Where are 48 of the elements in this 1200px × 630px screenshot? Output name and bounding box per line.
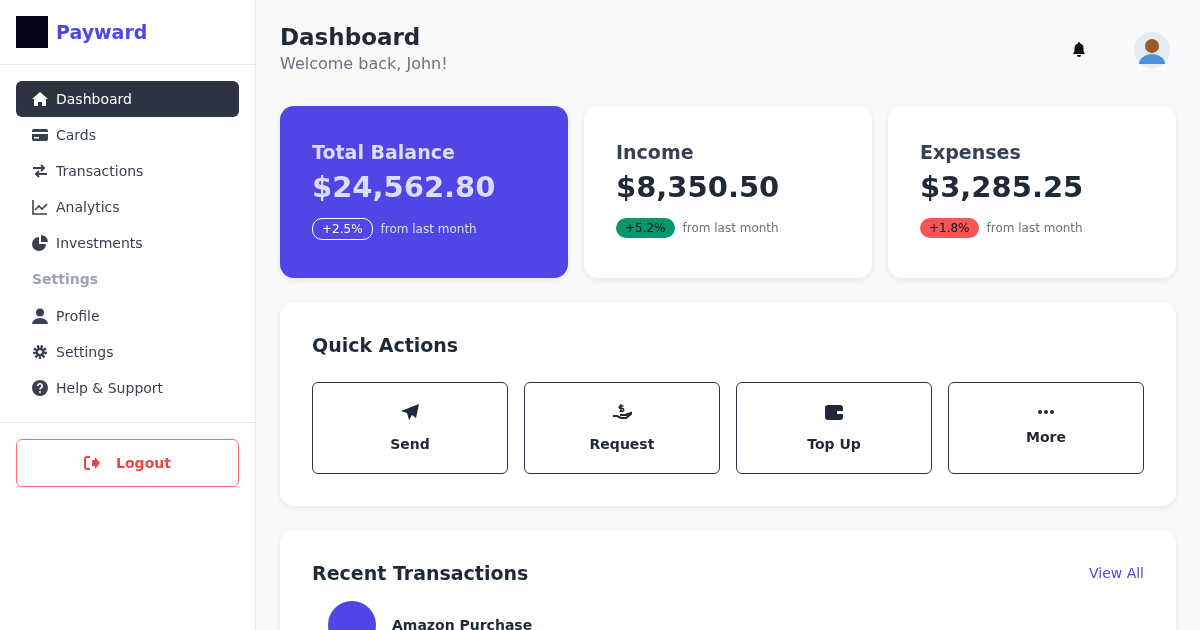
paper-plane-icon: [400, 401, 420, 422]
welcome-text: Welcome back, John!: [280, 52, 448, 75]
nav-item[interactable]: Investments: [16, 225, 239, 261]
page-title: Dashboard: [280, 24, 422, 52]
change-note: from last month: [380, 220, 477, 238]
nav-item[interactable]: Dashboard: [16, 81, 239, 117]
view-all-link[interactable]: View All: [1088, 563, 1144, 585]
logout-button[interactable]: Logout: [16, 439, 239, 487]
stat-amount: $24,562.80: [312, 169, 497, 207]
nav-item[interactable]: Transactions: [16, 153, 239, 189]
logout-icon: [84, 456, 101, 470]
brand-name: Payward: [56, 19, 148, 45]
stat-title: Total Balance: [312, 139, 456, 165]
section-title: Recent Transactions: [312, 562, 529, 586]
quick-action-button[interactable]: Request: [524, 382, 720, 475]
change-badge: +1.8%: [919, 217, 979, 238]
quick-action-button[interactable]: Top Up: [736, 382, 932, 475]
arrows-icon: [32, 163, 48, 179]
section-heading: Settings: [31, 270, 100, 289]
stat-title: Expenses: [919, 139, 1022, 165]
avatar-icon[interactable]: [1134, 32, 1170, 68]
nav-item[interactable]: Analytics: [16, 189, 239, 225]
bell-icon[interactable]: [1072, 42, 1086, 58]
nav-item[interactable]: Cards: [16, 117, 239, 153]
nav-item[interactable]: Settings: [16, 334, 239, 370]
more-icon: [1036, 408, 1056, 415]
hand-dollar-icon: [612, 401, 632, 422]
change-note: from last month: [986, 219, 1083, 237]
home-icon: [32, 91, 48, 107]
help-icon: [32, 380, 48, 396]
stat-amount: $3,285.25: [919, 169, 1085, 207]
quick-action-button[interactable]: More: [948, 382, 1144, 475]
stat-amount: $8,350.50: [616, 169, 781, 207]
credit-card-icon: [32, 127, 48, 143]
stat-title: Income: [616, 139, 695, 165]
pie-chart-icon: [32, 235, 48, 251]
gear-icon: [32, 344, 48, 360]
transaction-name: Amazon Purchase: [392, 615, 533, 630]
logo-icon: [16, 16, 48, 48]
change-badge: +5.2%: [616, 217, 675, 238]
change-note: from last month: [682, 219, 779, 237]
quick-action-button[interactable]: Send: [312, 382, 508, 475]
nav-item[interactable]: Profile: [16, 298, 239, 334]
section-title: Quick Actions: [312, 333, 460, 357]
change-badge: +2.5%: [312, 217, 373, 240]
line-chart-icon: [32, 199, 48, 215]
user-icon: [32, 308, 48, 324]
nav-item[interactable]: Help & Support: [16, 370, 239, 406]
